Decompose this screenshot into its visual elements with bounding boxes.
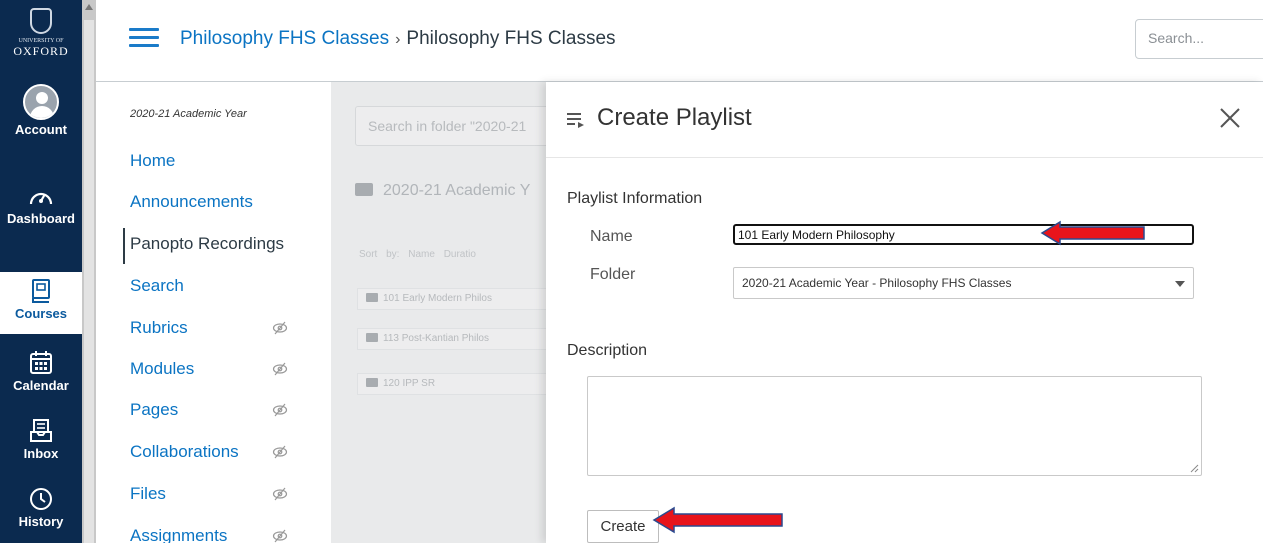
active-indicator	[123, 228, 125, 264]
create-button[interactable]: Create	[587, 510, 659, 543]
calendar-icon	[30, 351, 52, 374]
chevron-down-icon	[1175, 281, 1185, 287]
nav-calendar[interactable]: Calendar	[0, 350, 82, 393]
courses-book-icon	[32, 279, 50, 303]
folder-row: 120 IPP SR	[357, 373, 546, 395]
folder-row-name: 113 Post-Kantian Philos	[383, 333, 489, 344]
global-nav: UNIVERSITY OF OXFORD Account Dashboard C…	[0, 0, 82, 543]
hidden-eye-icon	[272, 321, 288, 335]
course-nav-pages[interactable]: Pages	[130, 400, 178, 420]
name-label: Name	[590, 228, 633, 245]
folder-icon	[366, 293, 378, 302]
scroll-up-arrow-icon[interactable]	[85, 4, 93, 10]
breadcrumb-separator: ›	[395, 31, 401, 48]
course-nav-modules[interactable]: Modules	[130, 359, 194, 379]
panopto-folder-view: Search in folder "2020-21 2020-21 Academ…	[331, 82, 546, 543]
folder-select[interactable]: 2020-21 Academic Year - Philosophy FHS C…	[733, 267, 1194, 299]
folder-icon	[366, 333, 378, 342]
global-search-input[interactable]: Search...	[1135, 19, 1263, 59]
folder-title: 2020-21 Academic Y	[355, 182, 530, 200]
folder-search-input: Search in folder "2020-21	[355, 106, 546, 146]
playlist-info-heading: Playlist Information	[567, 190, 703, 207]
description-heading: Description	[567, 342, 648, 359]
course-nav-panopto-recordings[interactable]: Panopto Recordings	[130, 234, 284, 254]
scrollbar[interactable]	[82, 0, 96, 543]
annotation-arrow-icon	[1040, 220, 1145, 246]
nav-dashboard[interactable]: Dashboard	[0, 186, 82, 227]
breadcrumb-course-link[interactable]: Philosophy FHS Classes	[180, 28, 389, 49]
folder-row-name: 101 Early Modern Philos	[383, 293, 492, 304]
history-clock-icon	[30, 488, 52, 510]
app-window: UNIVERSITY OF OXFORD Account Dashboard C…	[0, 0, 1263, 543]
logo-title: OXFORD	[13, 44, 69, 58]
inbox-icon	[30, 419, 52, 442]
course-nav-search[interactable]: Search	[130, 276, 184, 296]
folder-label: Folder	[590, 266, 636, 283]
nav-inbox-label: Inbox	[23, 446, 59, 461]
course-nav-assignments[interactable]: Assignments	[130, 526, 227, 543]
breadcrumb: Philosophy FHS Classes › Philosophy FHS Cl…	[180, 28, 616, 50]
nav-account[interactable]: Account	[0, 84, 82, 137]
oxford-logo[interactable]: UNIVERSITY OF OXFORD	[3, 4, 79, 76]
resize-grip-icon[interactable]	[1189, 463, 1199, 473]
folder-icon	[355, 183, 373, 196]
hidden-eye-icon	[272, 362, 288, 376]
playlist-icon	[567, 113, 584, 128]
course-nav-rubrics[interactable]: Rubrics	[130, 318, 188, 338]
crest-icon	[30, 8, 52, 34]
folder-row-name: 120 IPP SR	[383, 378, 436, 389]
course-header: Philosophy FHS Classes › Philosophy FHS Cl…	[96, 0, 1263, 82]
folder-row: 101 Early Modern Philos	[357, 288, 546, 310]
course-nav: 2020-21 Academic Year Home Announcements…	[96, 82, 331, 543]
hidden-eye-icon	[272, 403, 288, 417]
dashboard-gauge-icon	[29, 192, 53, 205]
close-icon[interactable]	[1216, 104, 1244, 132]
sort-bar: Sort by: Name Duratio	[359, 249, 476, 260]
dialog-header: Create Playlist	[546, 82, 1263, 158]
hidden-eye-icon	[272, 487, 288, 501]
annotation-arrow-icon	[652, 506, 783, 534]
course-nav-collaborations[interactable]: Collaborations	[130, 442, 239, 462]
scrollbar-thumb[interactable]	[84, 20, 94, 543]
folder-title-text: 2020-21 Academic Y	[383, 182, 531, 199]
hidden-eye-icon	[272, 529, 288, 543]
nav-courses-label: Courses	[14, 306, 68, 321]
course-nav-home[interactable]: Home	[130, 151, 175, 171]
nav-dashboard-label: Dashboard	[7, 211, 75, 226]
folder-icon	[366, 378, 378, 387]
folder-select-value: 2020-21 Academic Year - Philosophy FHS C…	[742, 276, 1012, 290]
hidden-eye-icon	[272, 445, 288, 459]
nav-inbox[interactable]: Inbox	[0, 418, 82, 461]
account-avatar-icon	[23, 84, 59, 120]
course-nav-files[interactable]: Files	[130, 484, 166, 504]
nav-history-label: History	[18, 514, 64, 529]
nav-history[interactable]: History	[0, 486, 82, 529]
create-playlist-dialog: Create Playlist Playlist Information Nam…	[546, 82, 1263, 543]
nav-account-label: Account	[15, 122, 67, 137]
hamburger-menu-icon[interactable]	[129, 28, 159, 48]
description-textarea[interactable]	[587, 376, 1202, 476]
dialog-title: Create Playlist	[597, 104, 752, 131]
course-nav-announcements[interactable]: Announcements	[130, 192, 253, 212]
term-label: 2020-21 Academic Year	[130, 108, 247, 120]
breadcrumb-current: Philosophy FHS Classes	[406, 28, 616, 49]
nav-courses[interactable]: Courses	[0, 272, 82, 334]
nav-calendar-label: Calendar	[13, 378, 69, 393]
folder-row: 113 Post-Kantian Philos	[357, 328, 546, 350]
